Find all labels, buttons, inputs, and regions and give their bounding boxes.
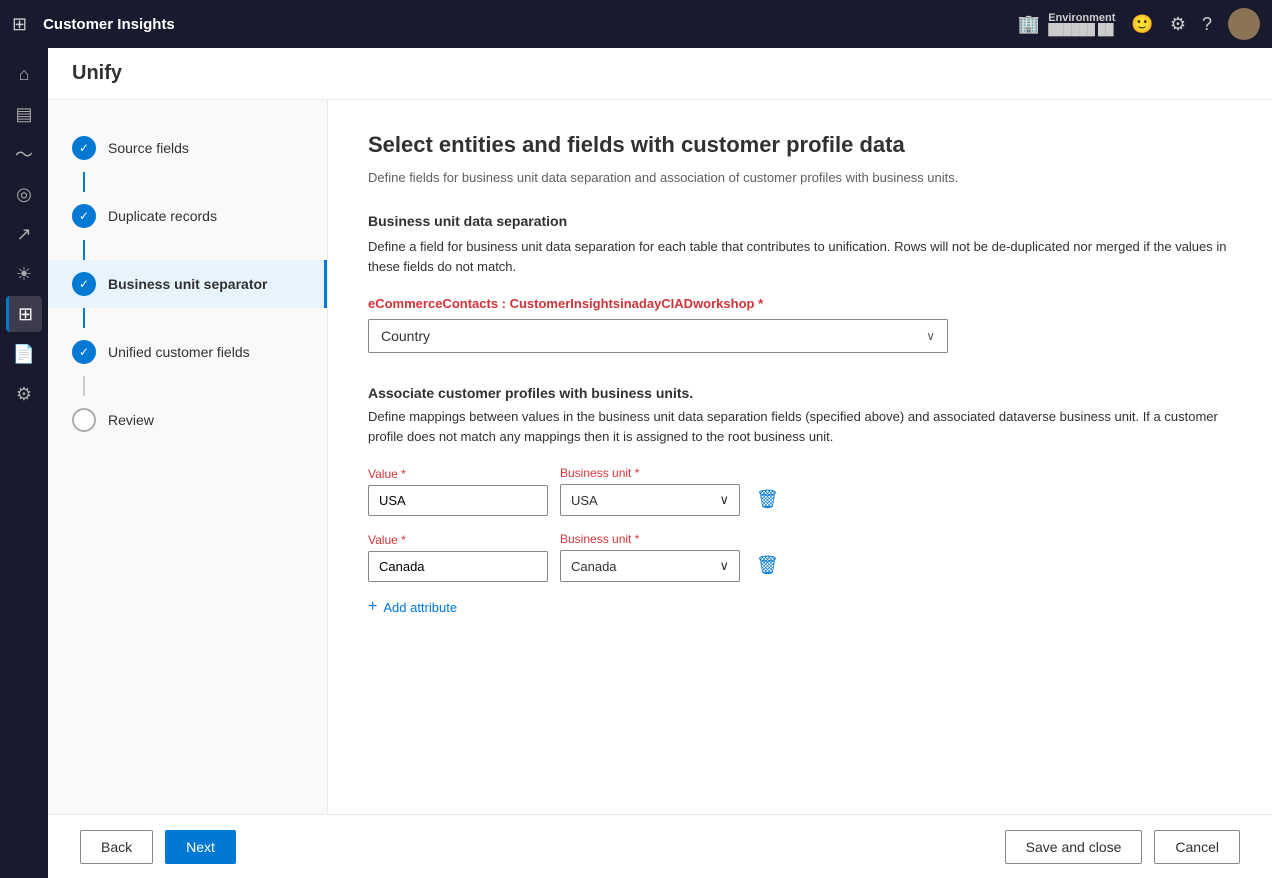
- sidebar-nav-target[interactable]: ◎: [6, 176, 42, 212]
- content-area: ✓ Source fields ✓ Duplicate records ✓ Bu…: [48, 100, 1272, 814]
- business-unit-section-title: Business unit data separation: [368, 213, 1232, 229]
- mapping-row-1: Value * Business unit *: [368, 466, 1232, 516]
- step-connector-1: [83, 172, 85, 192]
- sidebar-nav-lightbulb[interactable]: ☀: [6, 256, 42, 292]
- mapping-row-2: Value * Business unit *: [368, 532, 1232, 582]
- help-icon[interactable]: ?: [1202, 14, 1212, 35]
- steps-sidebar: ✓ Source fields ✓ Duplicate records ✓ Bu…: [48, 100, 328, 814]
- step-connector-3: [83, 308, 85, 328]
- footer: Back Next Save and close Cancel: [48, 814, 1272, 878]
- step-circle-business-unit-separator: ✓: [72, 272, 96, 296]
- environment-icon: 🏢: [1018, 14, 1040, 35]
- sidebar-nav-analytics[interactable]: 〜: [6, 136, 42, 172]
- top-nav: ⊞ Customer Insights 🏢 Environment ██████…: [0, 0, 1272, 48]
- step-circle-source-fields: ✓: [72, 136, 96, 160]
- step-source-fields[interactable]: ✓ Source fields: [48, 124, 327, 172]
- business-unit-label-2: Business unit *: [560, 532, 740, 546]
- add-attribute-label: Add attribute: [383, 600, 457, 615]
- step-connector-4: [83, 376, 85, 396]
- content-title: Select entities and fields with customer…: [368, 132, 1232, 158]
- cancel-button[interactable]: Cancel: [1154, 830, 1240, 864]
- business-unit-field-group-2: Business unit * Canada ∨: [560, 532, 740, 582]
- step-duplicate-records[interactable]: ✓ Duplicate records: [48, 192, 327, 240]
- business-unit-required-2: *: [635, 532, 640, 546]
- value-input-2[interactable]: [368, 551, 548, 582]
- sidebar-nav-data[interactable]: ⊞: [6, 296, 42, 332]
- nav-right: 🏢 Environment ██████ ██ 🙂 ⚙ ?: [1018, 8, 1260, 40]
- next-button[interactable]: Next: [165, 830, 236, 864]
- step-connector-2: [83, 240, 85, 260]
- value-field-group-1: Value *: [368, 467, 548, 516]
- business-unit-select-1[interactable]: USA ∨: [560, 484, 740, 516]
- plus-icon: +: [368, 598, 377, 616]
- step-label-business-unit-separator: Business unit separator: [108, 276, 268, 292]
- delete-row-1-button[interactable]: 🗑: [752, 485, 783, 514]
- value-label-2: Value *: [368, 533, 548, 547]
- business-unit-section: Business unit data separation Define a f…: [368, 213, 1232, 353]
- avatar[interactable]: [1228, 8, 1260, 40]
- step-label-source-fields: Source fields: [108, 140, 189, 156]
- associate-section-title: Associate customer profiles with busines…: [368, 385, 1232, 401]
- associate-section-desc: Define mappings between values in the bu…: [368, 407, 1232, 446]
- sidebar-nav-report[interactable]: 📄: [6, 336, 42, 372]
- value-label-1: Value *: [368, 467, 548, 481]
- step-review[interactable]: Review: [48, 396, 327, 444]
- sidebar-nav-settings[interactable]: ⚙: [6, 376, 42, 412]
- chevron-down-icon-1: ∨: [719, 492, 729, 508]
- value-required-2: *: [401, 533, 406, 547]
- step-label-unified-customer-fields: Unified customer fields: [108, 344, 250, 360]
- business-unit-value-1: USA: [571, 493, 598, 508]
- chevron-down-icon-2: ∨: [719, 558, 729, 574]
- business-unit-field-group-1: Business unit * USA ∨: [560, 466, 740, 516]
- sidebar-nav-home[interactable]: ⌂: [6, 56, 42, 92]
- entity-required: *: [758, 296, 763, 311]
- entity-label: eCommerceContacts : CustomerInsightsinad…: [368, 296, 1232, 311]
- step-unified-customer-fields[interactable]: ✓ Unified customer fields: [48, 328, 327, 376]
- step-circle-unified-customer-fields: ✓: [72, 340, 96, 364]
- associate-section: Associate customer profiles with busines…: [368, 385, 1232, 616]
- back-button[interactable]: Back: [80, 830, 153, 864]
- environment-label: Environment: [1048, 12, 1115, 24]
- environment-info: 🏢 Environment ██████ ██: [1018, 12, 1116, 36]
- feedback-icon[interactable]: 🙂: [1131, 14, 1153, 35]
- sidebar-left: ⌂ ▤ 〜 ◎ ↗ ☀ ⊞ 📄 ⚙: [0, 48, 48, 878]
- chevron-down-icon: ∨: [926, 329, 935, 343]
- step-label-review: Review: [108, 412, 154, 428]
- app-title: Customer Insights: [43, 16, 1006, 33]
- business-unit-required-1: *: [635, 466, 640, 480]
- main-layout: ⌂ ▤ 〜 ◎ ↗ ☀ ⊞ 📄 ⚙ Unify ✓ Source fields: [0, 48, 1272, 878]
- business-unit-select-2[interactable]: Canada ∨: [560, 550, 740, 582]
- dropdown-value: Country: [381, 328, 430, 344]
- add-attribute-button[interactable]: + Add attribute: [368, 598, 1232, 616]
- grid-icon[interactable]: ⊞: [12, 14, 27, 35]
- step-business-unit-separator[interactable]: ✓ Business unit separator: [48, 260, 327, 308]
- save-close-button[interactable]: Save and close: [1005, 830, 1143, 864]
- country-dropdown[interactable]: Country ∨: [368, 319, 948, 353]
- business-unit-value-2: Canada: [571, 559, 617, 574]
- page-title: Unify: [72, 62, 122, 85]
- value-required-1: *: [401, 467, 406, 481]
- step-circle-duplicate-records: ✓: [72, 204, 96, 228]
- step-circle-review: [72, 408, 96, 432]
- content-subtitle: Define fields for business unit data sep…: [368, 170, 1232, 185]
- step-label-duplicate-records: Duplicate records: [108, 208, 217, 224]
- main-content: Select entities and fields with customer…: [328, 100, 1272, 814]
- business-unit-section-desc: Define a field for business unit data se…: [368, 237, 1232, 276]
- delete-row-2-button[interactable]: 🗑: [752, 551, 783, 580]
- page-area: Unify ✓ Source fields ✓ Duplicate record…: [48, 48, 1272, 878]
- sidebar-nav-chart[interactable]: ↗: [6, 216, 42, 252]
- settings-icon[interactable]: ⚙: [1170, 14, 1186, 35]
- environment-value: ██████ ██: [1048, 24, 1115, 36]
- value-field-group-2: Value *: [368, 533, 548, 582]
- page-header: Unify: [48, 48, 1272, 100]
- sidebar-nav-dashboard[interactable]: ▤: [6, 96, 42, 132]
- business-unit-label-1: Business unit *: [560, 466, 740, 480]
- value-input-1[interactable]: [368, 485, 548, 516]
